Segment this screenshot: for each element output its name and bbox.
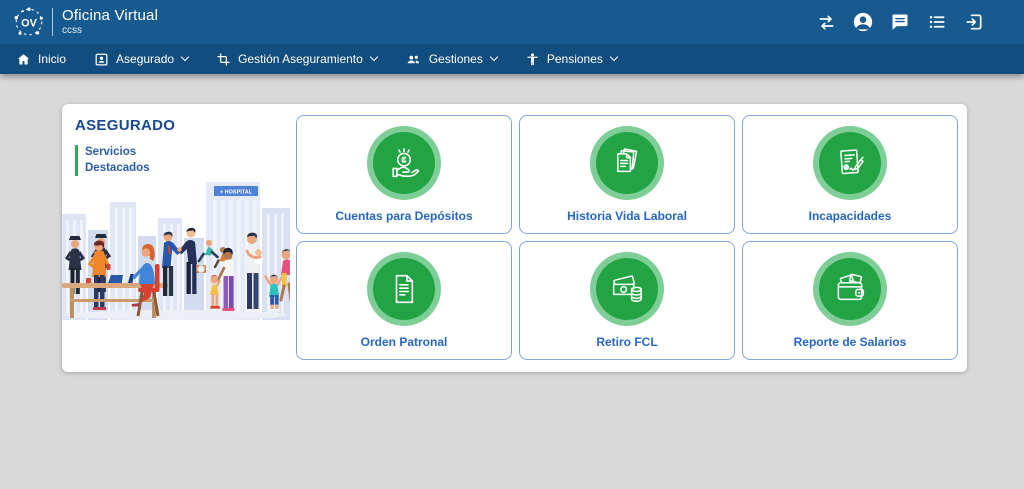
person-icon [525, 52, 540, 67]
logo-text: OV [21, 17, 37, 29]
logout-icon[interactable] [962, 10, 986, 34]
nav-item-gestiones[interactable]: Gestiones [391, 44, 511, 74]
network-globe-icon: OV [12, 5, 46, 39]
nav-item-gestion-aseguramiento[interactable]: Gestión Aseguramiento [202, 44, 391, 74]
document-lines-icon [373, 258, 435, 320]
tile-icon-ring [367, 252, 441, 326]
nav-label: Gestiones [429, 52, 483, 66]
chevron-down-icon [490, 53, 498, 61]
banknotes-coins-icon [596, 258, 658, 320]
coin-hand-icon: ₡ [373, 132, 435, 194]
tile-label: Orden Patronal [361, 335, 448, 349]
tile-label: Cuentas para Depósitos [335, 209, 472, 223]
badge-icon [94, 52, 109, 67]
svg-text:+ HOSPITAL: + HOSPITAL [220, 189, 253, 195]
tile-orden-patronal[interactable]: Orden Patronal [296, 241, 512, 360]
tile-reporte-de-salarios[interactable]: Reporte de Salarios [742, 241, 958, 360]
documents-stack-icon [596, 132, 658, 194]
tile-incapacidades[interactable]: Incapacidades [742, 115, 958, 234]
hospital-sign: + HOSPITAL [214, 186, 258, 196]
app-subtitle: ccss [62, 25, 158, 36]
tile-icon-ring [813, 126, 887, 200]
page-content: ASEGURADO Servicios Destacados [0, 74, 1024, 372]
swap-arrows-icon[interactable] [814, 10, 838, 34]
tile-icon-ring [813, 252, 887, 326]
tile-cuentas-para-depositos[interactable]: ₡ Cuentas para Depósitos [296, 115, 512, 234]
panel-left-column: ASEGURADO Servicios Destacados [62, 104, 296, 372]
tile-icon-ring [590, 252, 664, 326]
nav-item-inicio[interactable]: Inicio [2, 44, 80, 74]
featured-services-label: Servicios Destacados [75, 145, 160, 176]
chevron-down-icon [181, 53, 189, 61]
chat-icon[interactable] [888, 10, 912, 34]
app-title: Oficina Virtual [62, 8, 158, 25]
tile-icon-ring [590, 126, 664, 200]
tile-label: Incapacidades [809, 209, 892, 223]
app-header: OV Oficina Virtual ccss [0, 0, 1024, 44]
section-title: ASEGURADO [75, 117, 296, 134]
tile-label: Historia Vida Laboral [567, 209, 687, 223]
chevron-down-icon [370, 53, 378, 61]
list-icon[interactable] [925, 10, 949, 34]
wallet-money-icon [819, 258, 881, 320]
nav-label: Gestión Aseguramiento [238, 52, 363, 66]
nav-item-pensiones[interactable]: Pensiones [511, 44, 631, 74]
colon-symbol: ₡ [401, 156, 407, 165]
asegurado-panel: ASEGURADO Servicios Destacados [62, 104, 967, 372]
header-actions [814, 10, 986, 34]
account-icon[interactable] [851, 10, 875, 34]
tile-icon-ring: ₡ [367, 126, 441, 200]
document-signature-icon [819, 132, 881, 194]
people-icon [405, 52, 422, 67]
main-nav: Inicio Asegurado Gestión Aseguramiento G… [0, 44, 1024, 74]
nav-label: Asegurado [116, 52, 174, 66]
chevron-down-icon [610, 53, 618, 61]
app-logo[interactable]: OV Oficina Virtual ccss [12, 5, 158, 39]
tile-label: Reporte de Salarios [794, 335, 907, 349]
logo-divider [52, 8, 53, 36]
services-grid: ₡ Cuentas para Depósitos [296, 115, 967, 372]
people-city-illustration: + HOSPITAL [62, 180, 290, 320]
home-icon [16, 52, 31, 67]
nav-item-asegurado[interactable]: Asegurado [80, 44, 202, 74]
tile-retiro-fcl[interactable]: Retiro FCL [519, 241, 735, 360]
tile-label: Retiro FCL [596, 335, 657, 349]
nav-label: Pensiones [547, 52, 603, 66]
nav-label: Inicio [38, 52, 66, 66]
tile-historia-vida-laboral[interactable]: Historia Vida Laboral [519, 115, 735, 234]
crop-icon [216, 52, 231, 67]
